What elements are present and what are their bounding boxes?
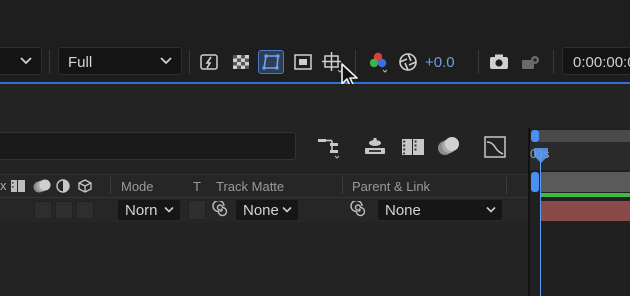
column-separator bbox=[110, 177, 111, 194]
track-matte-dropdown[interactable]: None bbox=[236, 200, 298, 220]
parent-dropdown[interactable]: None bbox=[378, 200, 502, 220]
timecode-value: 0:00:00:0 bbox=[573, 54, 630, 71]
chevron-down-icon bbox=[486, 206, 496, 213]
resolution-value: Full bbox=[68, 54, 93, 71]
track-matte-pickwhip-icon[interactable] bbox=[212, 201, 230, 219]
region-of-interest-button[interactable] bbox=[291, 50, 315, 74]
parent-pickwhip-icon[interactable] bbox=[350, 201, 368, 219]
layer-switch-box[interactable] bbox=[34, 201, 52, 219]
mode-column-header[interactable]: Mode bbox=[121, 179, 154, 194]
show-snapshot-button[interactable] bbox=[518, 50, 542, 74]
blend-mode-value: Norn bbox=[125, 202, 158, 219]
playhead-line bbox=[540, 150, 541, 296]
layer-search-input[interactable] bbox=[0, 132, 296, 160]
3d-layer-icon[interactable] bbox=[77, 178, 93, 194]
take-snapshot-button[interactable] bbox=[487, 50, 511, 74]
magnification-dropdown[interactable] bbox=[0, 47, 42, 75]
after-effects-window: Full +0.0 0:00:00:0 x Mode T Track Matte… bbox=[0, 0, 630, 296]
toolbar-separator bbox=[478, 50, 479, 74]
show-channel-icon bbox=[369, 52, 388, 73]
fast-previews-button[interactable] bbox=[197, 50, 221, 74]
chevron-down-icon bbox=[164, 206, 174, 213]
fast-previews-icon bbox=[200, 54, 218, 70]
layer-switch-box[interactable] bbox=[55, 201, 73, 219]
column-separator bbox=[506, 177, 507, 194]
column-separator bbox=[342, 177, 343, 194]
toolbar-separator bbox=[553, 50, 554, 74]
render-cache-indicator bbox=[540, 193, 630, 197]
resolution-dropdown[interactable]: Full bbox=[58, 47, 182, 75]
toolbar-separator bbox=[49, 50, 50, 74]
show-snapshot-icon bbox=[522, 56, 539, 69]
playhead-handle-icon[interactable] bbox=[532, 146, 550, 164]
work-area-start-handle[interactable] bbox=[531, 130, 539, 142]
layer-duration-bar[interactable] bbox=[540, 201, 630, 221]
in-point-handle[interactable] bbox=[531, 172, 539, 192]
toolbar-separator bbox=[189, 50, 190, 74]
transparency-grid-button[interactable] bbox=[229, 50, 253, 74]
chevron-down-icon bbox=[160, 57, 172, 65]
track-matte-value: None bbox=[243, 202, 279, 219]
draft-3d-icon[interactable] bbox=[362, 134, 388, 160]
chevron-down-icon bbox=[20, 57, 32, 65]
layer-switch-box[interactable] bbox=[76, 201, 94, 219]
transparency-grid-icon bbox=[233, 55, 249, 69]
reset-exposure-button[interactable] bbox=[396, 50, 420, 74]
chevron-down-icon bbox=[282, 206, 292, 213]
graph-editor-icon[interactable] bbox=[482, 134, 508, 160]
parent-value: None bbox=[385, 202, 421, 219]
track-matte-column-header[interactable]: Track Matte bbox=[216, 179, 284, 194]
flowchart-icon[interactable] bbox=[316, 134, 342, 160]
motion-blur-switch-icon[interactable] bbox=[32, 178, 52, 194]
mask-path-visibility-button[interactable] bbox=[258, 50, 284, 74]
show-channel-button[interactable] bbox=[364, 50, 392, 74]
frame-blending-icon[interactable] bbox=[400, 134, 426, 160]
mask-path-visibility-icon bbox=[262, 54, 280, 70]
parent-link-column-header[interactable]: Parent & Link bbox=[352, 179, 430, 194]
current-time-display[interactable]: 0:00:00:0 bbox=[562, 47, 630, 75]
preserve-transparency-toggle[interactable] bbox=[188, 200, 206, 220]
frame-blending-switch-icon[interactable] bbox=[10, 179, 26, 193]
work-area-bar[interactable] bbox=[536, 130, 630, 142]
exposure-value[interactable]: +0.0 bbox=[425, 54, 455, 71]
collapse-transformation-icon[interactable]: x bbox=[0, 178, 7, 193]
reset-exposure-icon bbox=[399, 53, 417, 71]
blend-mode-dropdown[interactable]: Norn bbox=[118, 200, 180, 220]
t-column-header[interactable]: T bbox=[193, 179, 201, 194]
snapshot-camera-icon bbox=[490, 54, 508, 69]
adjustment-layer-icon[interactable] bbox=[56, 179, 70, 193]
region-of-interest-icon bbox=[294, 54, 312, 70]
comp-track-bar bbox=[540, 172, 630, 192]
motion-blur-icon[interactable] bbox=[436, 134, 462, 160]
